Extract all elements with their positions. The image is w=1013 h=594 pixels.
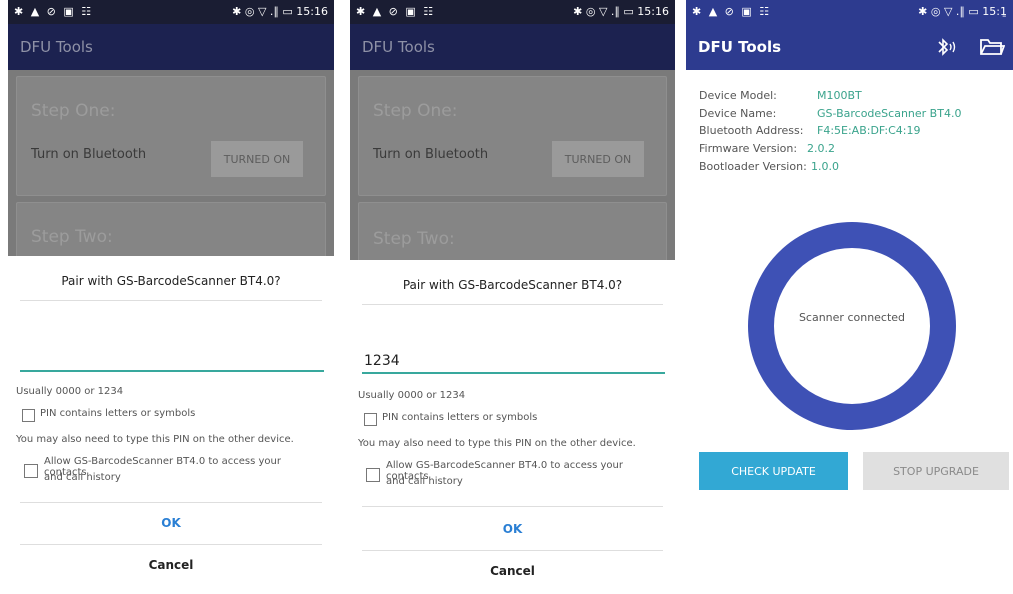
dimmed-background: Step One: Turn on Bluetooth TURNED ON St…: [350, 70, 675, 264]
pair-dialog: Pair with GS-BarcodeScanner BT4.0? Usual…: [8, 256, 334, 584]
device-name-row: Device Name: GS-BarcodeScanner BT4.0: [699, 107, 961, 120]
bluetooth-address-label: Bluetooth Address:: [699, 124, 804, 137]
status-icons-left: ✱ ▲ ⊘ ▣ ☷: [14, 5, 94, 18]
turn-on-bluetooth-label: Turn on Bluetooth: [373, 147, 489, 162]
pin-letters-label: PIN contains letters or symbols: [40, 408, 196, 419]
status-icons-right: ✱ ◎ ▽ .∥ ▭ 15:16: [232, 5, 328, 18]
other-device-note: You may also need to type this PIN on th…: [16, 434, 294, 445]
pair-dialog: Pair with GS-BarcodeScanner BT4.0? Usual…: [350, 260, 675, 584]
device-model-row: Device Model: M100BT: [699, 89, 862, 102]
status-icons-right: ✱ ◎ ▽ .∥ ▭ 15:16: [573, 5, 669, 18]
checkbox-icon[interactable]: [22, 409, 35, 422]
dimmed-background: Step One: Turn on Bluetooth TURNED ON St…: [8, 70, 334, 264]
divider: [362, 550, 663, 551]
device-model-value: M100BT: [817, 89, 862, 102]
bootloader-version-row: Bootloader Version: 1.0.0: [699, 160, 839, 173]
step-two-card: Step Two:: [358, 202, 667, 264]
bootloader-version-label: Bootloader Version:: [699, 160, 807, 173]
app-title: DFU Tools: [698, 38, 782, 56]
status-bar: ✱ ▲ ⊘ ▣ ☷ ✱ ◎ ▽ .∥ ▭ 15:16: [8, 0, 334, 24]
divider: [362, 506, 663, 507]
app-title: DFU Tools: [362, 38, 435, 56]
bluetooth-address-value: F4:5E:AB:DF:C4:19: [817, 124, 921, 137]
turned-on-button: TURNED ON: [211, 141, 303, 177]
bluetooth-address-row: Bluetooth Address: F4:5E:AB:DF:C4:19: [699, 124, 921, 137]
status-bar: ✱ ▲ ⊘ ▣ ☷ ✱ ◎ ▽ .∥ ▭ 15:1̱: [686, 0, 1013, 24]
turned-on-button: TURNED ON: [552, 141, 644, 177]
status-icons-left: ✱ ▲ ⊘ ▣ ☷: [692, 5, 772, 18]
screen-pair-dialog-filled: ✱ ▲ ⊘ ▣ ☷ ✱ ◎ ▽ .∥ ▭ 15:16 DFU Tools Ste…: [350, 0, 675, 584]
folder-icon[interactable]: [979, 36, 1006, 58]
app-title: DFU Tools: [20, 38, 93, 56]
ok-button[interactable]: OK: [350, 522, 675, 536]
bootloader-version-value: 1.0.0: [811, 160, 839, 173]
checkbox-icon[interactable]: [366, 468, 380, 482]
bluetooth-icon[interactable]: [935, 36, 959, 58]
divider: [362, 304, 663, 305]
divider: [20, 544, 322, 545]
firmware-version-row: Firmware Version: 2.0.2: [699, 142, 835, 155]
pin-hint: Usually 0000 or 1234: [16, 386, 124, 397]
ok-button[interactable]: OK: [8, 516, 334, 530]
firmware-version-label: Firmware Version:: [699, 142, 798, 155]
cancel-button[interactable]: Cancel: [350, 564, 675, 578]
check-update-button[interactable]: CHECK UPDATE: [699, 452, 848, 490]
pin-hint: Usually 0000 or 1234: [358, 390, 466, 401]
turn-on-bluetooth-label: Turn on Bluetooth: [31, 147, 147, 162]
checkbox-icon[interactable]: [24, 464, 38, 478]
status-icons-right: ✱ ◎ ▽ .∥ ▭ 15:1̱: [918, 5, 1007, 18]
dialog-title: Pair with GS-BarcodeScanner BT4.0?: [402, 278, 623, 292]
step-one-label: Step One:: [31, 101, 116, 121]
app-bar: DFU Tools: [686, 24, 1013, 70]
dialog-title: Pair with GS-BarcodeScanner BT4.0?: [61, 274, 281, 288]
screen-pair-dialog-empty: ✱ ▲ ⊘ ▣ ☷ ✱ ◎ ▽ .∥ ▭ 15:16 DFU Tools Ste…: [8, 0, 334, 584]
step-one-card: Step One: Turn on Bluetooth TURNED ON: [358, 76, 667, 196]
status-bar: ✱ ▲ ⊘ ▣ ☷ ✱ ◎ ▽ .∥ ▭ 15:16: [350, 0, 675, 24]
device-name-label: Device Name:: [699, 107, 777, 120]
status-icons-left: ✱ ▲ ⊘ ▣ ☷: [356, 5, 436, 18]
pin-letters-label: PIN contains letters or symbols: [382, 412, 538, 423]
app-bar: DFU Tools: [8, 24, 334, 70]
screen-dfu-tools: ✱ ▲ ⊘ ▣ ☷ ✱ ◎ ▽ .∥ ▭ 15:1̱ DFU Tools Dev…: [686, 0, 1013, 594]
pin-input[interactable]: [362, 350, 665, 374]
scanner-status: Scanner connected: [798, 311, 906, 324]
divider: [20, 300, 322, 301]
allow-contacts-line2: and call history: [386, 476, 463, 487]
other-device-note: You may also need to type this PIN on th…: [358, 438, 636, 449]
step-one-card: Step One: Turn on Bluetooth TURNED ON: [16, 76, 326, 196]
connection-ring: [748, 222, 956, 430]
stop-upgrade-button[interactable]: STOP UPGRADE: [863, 452, 1009, 490]
device-model-label: Device Model:: [699, 89, 777, 102]
allow-contacts-line2: and call history: [44, 472, 121, 483]
divider: [20, 502, 322, 503]
app-bar: DFU Tools: [350, 24, 675, 70]
step-one-label: Step One:: [373, 101, 458, 121]
cancel-button[interactable]: Cancel: [8, 558, 334, 572]
step-two-label: Step Two:: [31, 227, 113, 247]
pin-input[interactable]: [20, 348, 324, 372]
firmware-version-value: 2.0.2: [807, 142, 835, 155]
step-two-card: Step Two:: [16, 202, 326, 264]
step-two-label: Step Two:: [373, 229, 455, 249]
checkbox-icon[interactable]: [364, 413, 377, 426]
device-name-value: GS-BarcodeScanner BT4.0: [817, 107, 962, 120]
